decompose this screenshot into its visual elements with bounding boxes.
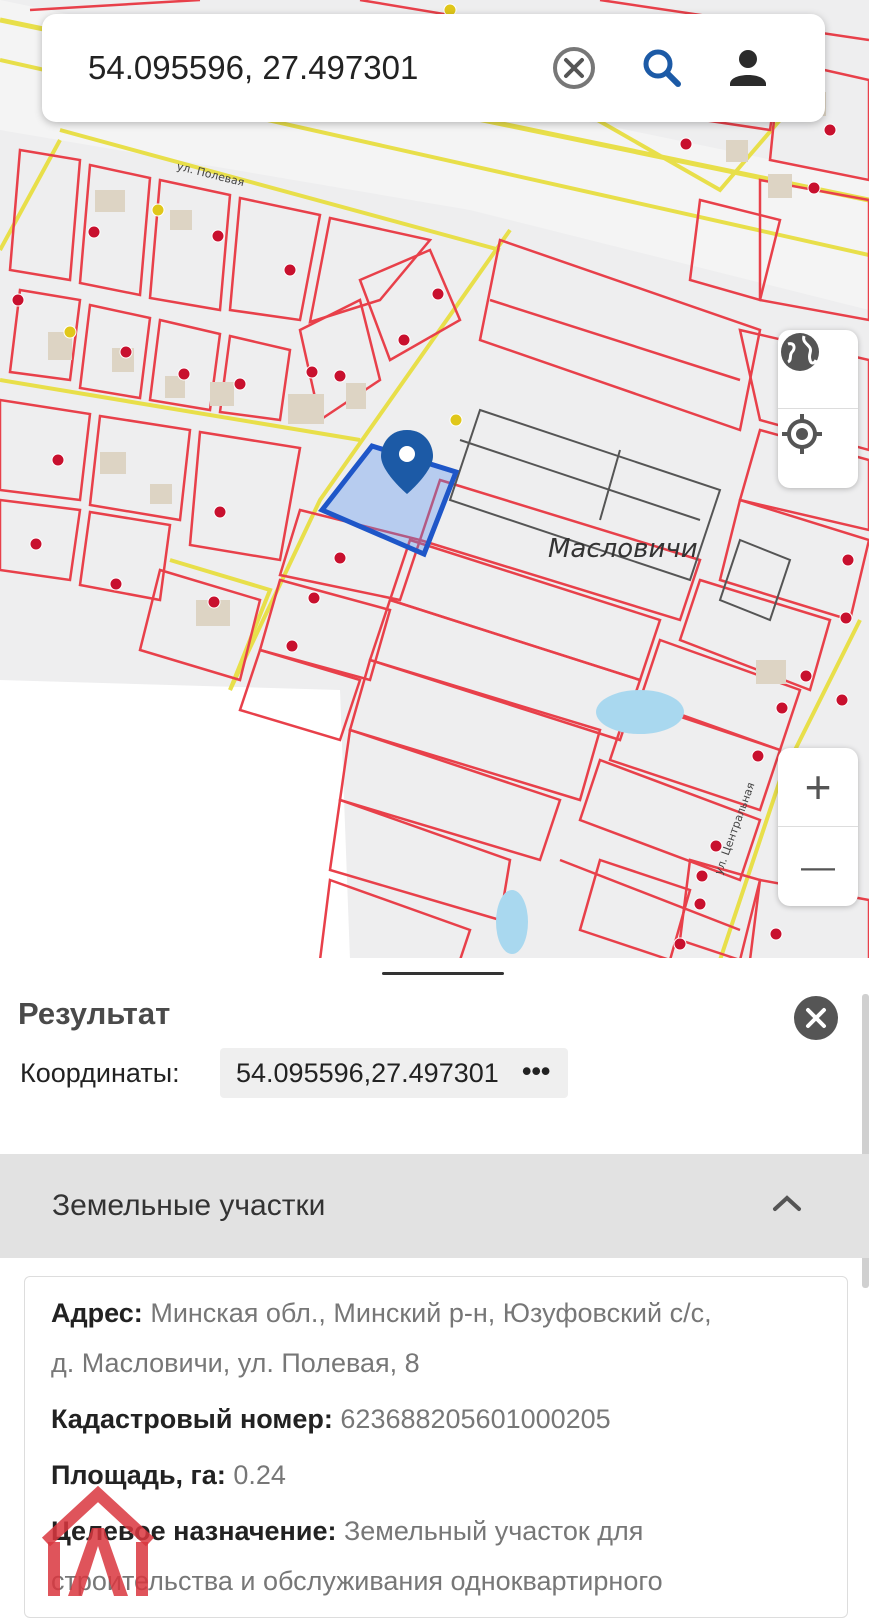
zoom-out-label: — (801, 848, 835, 886)
globe-icon[interactable] (778, 330, 858, 408)
watermark-logo (38, 1485, 158, 1600)
sheet-title: Результат (18, 996, 171, 1031)
address-line1: Минская обл., Минский р-н, Юзуфовский с/… (150, 1298, 712, 1328)
search-bar: 54.095596, 27.497301 (42, 14, 825, 122)
sheet-drag-handle[interactable] (382, 972, 504, 975)
zoom-out-button[interactable]: — (778, 828, 858, 906)
crosshair-icon[interactable] (778, 410, 858, 488)
cadastral-row: Кадастровый номер: 623688205601000205 (51, 1395, 611, 1443)
close-icon[interactable] (794, 996, 838, 1040)
address-label: Адрес: (51, 1298, 143, 1328)
map-view[interactable]: Масловичи ул. Полевая ул. Центральная 54… (0, 0, 869, 960)
cadastral-label: Кадастровый номер: (51, 1404, 333, 1434)
more-icon[interactable]: ••• (522, 1048, 550, 1094)
zoom-in-label: + (804, 761, 832, 813)
address-row: Адрес: Минская обл., Минский р-н, Юзуфов… (51, 1289, 712, 1337)
address-line2: д. Масловичи, ул. Полевая, 8 (51, 1348, 420, 1378)
search-input[interactable]: 54.095596, 27.497301 (88, 14, 418, 122)
clear-circle-icon[interactable] (550, 44, 598, 92)
section-title: Земельные участки (52, 1189, 326, 1222)
village-label: Масловичи (548, 534, 698, 564)
coordinates-value: 54.095596,27.497301 (236, 1058, 499, 1088)
cadastral-value: 623688205601000205 (340, 1404, 611, 1434)
zoom-in-button[interactable]: + (778, 748, 858, 826)
area-value: 0.24 (233, 1460, 286, 1490)
coordinates-chip[interactable]: 54.095596,27.497301 ••• (220, 1048, 568, 1098)
coordinates-label: Координаты: (20, 1058, 180, 1088)
search-icon[interactable] (638, 44, 686, 92)
map-controls-top (778, 330, 858, 488)
zoom-controls: + — (778, 748, 858, 906)
chevron-up-icon[interactable] (770, 1192, 804, 1219)
land-parcels-section-header[interactable]: Земельные участки (0, 1154, 869, 1258)
person-icon[interactable] (724, 44, 772, 92)
purpose-line1: Земельный участок для (343, 1516, 644, 1546)
